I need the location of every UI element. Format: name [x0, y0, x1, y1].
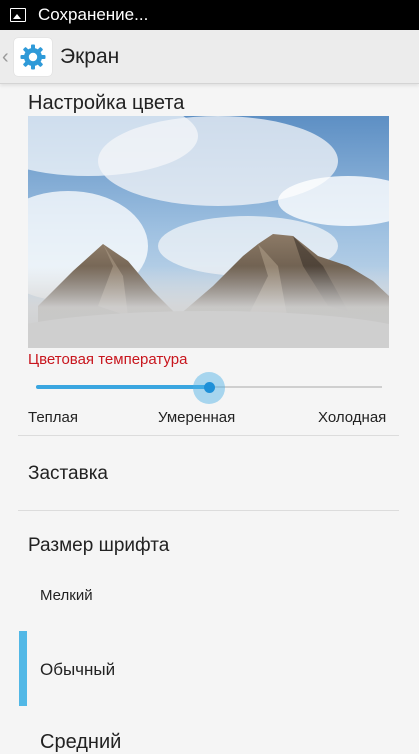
status-bar: Сохранение... [0, 0, 419, 30]
temp-option-moderate[interactable]: Умеренная [158, 409, 235, 426]
status-text: Сохранение... [38, 5, 149, 24]
divider [18, 435, 399, 436]
temp-option-warm[interactable]: Теплая [28, 409, 78, 426]
preview-image [28, 116, 389, 348]
font-size-option-normal[interactable]: Обычный [40, 660, 115, 680]
selected-indicator [19, 631, 27, 706]
font-size-title: Размер шрифта [28, 535, 170, 556]
slider-thumb[interactable] [203, 382, 215, 393]
image-icon [10, 8, 26, 22]
color-settings-title: Настройка цвета [28, 92, 185, 114]
slider-fill [36, 385, 209, 389]
action-bar: ‹ Экран [0, 30, 419, 84]
temp-option-cold[interactable]: Холодная [318, 409, 386, 426]
color-temperature-label: Цветовая температура [28, 351, 188, 368]
page-title: Экран [60, 44, 120, 68]
divider [18, 510, 399, 511]
font-size-option-medium[interactable]: Средний [40, 731, 121, 754]
color-temperature-slider[interactable] [36, 372, 382, 404]
chevron-left-icon[interactable]: ‹ [2, 47, 12, 67]
screensaver-item[interactable]: Заставка [28, 463, 108, 485]
gear-icon[interactable] [14, 37, 52, 76]
font-size-option-small[interactable]: Мелкий [40, 587, 93, 604]
